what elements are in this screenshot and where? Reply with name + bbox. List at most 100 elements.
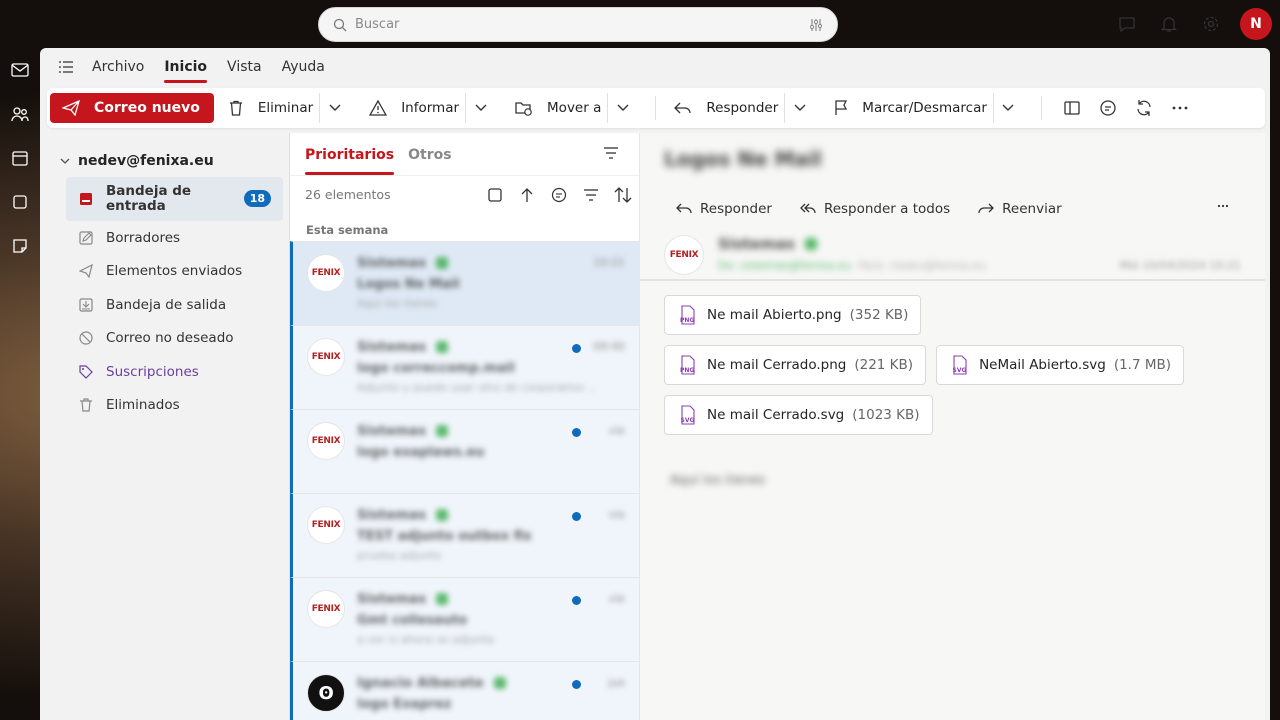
sender-avatar: FENIX [307,338,345,376]
chevron-down-icon [617,101,629,116]
outlook-window: Archivo Inicio Vista Ayuda Correo nuevo … [40,48,1270,720]
arrow-up-icon[interactable] [511,187,543,203]
search-input[interactable] [355,17,809,32]
message-item[interactable]: ʘ Ignacio Albacete logo Exaprez jue [290,661,639,720]
search-options-icon[interactable] [809,18,823,32]
folder-drafts[interactable]: Borradores [66,221,283,255]
folder-inbox[interactable]: Bandeja de entrada 18 [66,177,283,221]
people-icon[interactable] [0,92,40,136]
conversation-icon[interactable] [543,187,575,203]
search-box[interactable] [318,7,838,42]
reading-pane: Logos Ne Mail Responder Responder a todo… [640,133,1265,720]
message-time: jue [608,676,625,689]
unread-dot[interactable] [572,344,581,353]
filter-icon[interactable] [603,147,619,163]
attachment-item[interactable]: SVG Ne mail Cerrado.svg (1023 KB) [664,395,933,435]
sync-icon[interactable] [1126,93,1162,123]
menu-ayuda[interactable]: Ayuda [282,53,325,81]
folder-label: Bandeja de salida [106,296,227,313]
png-file-icon: PNG [679,305,697,325]
user-avatar[interactable]: N [1240,8,1272,40]
forward-icon [978,203,995,215]
ribbon-toolbar: Correo nuevo Eliminar Informar Mover a R… [47,88,1265,128]
more-options-icon[interactable] [1162,93,1198,123]
search-icon [333,18,347,32]
outbox-icon [78,298,94,312]
delete-label: Eliminar [257,100,314,116]
group-header: Esta semana [306,223,389,237]
reply-button[interactable]: Responder [668,93,784,123]
verified-badge-icon [436,257,449,269]
recipient-address: Para: nedev@fenixa.eu [858,259,986,272]
move-to-dropdown[interactable] [607,93,637,123]
reply-all-icon [800,203,816,215]
reply-label: Responder [706,100,779,116]
attachment-item[interactable]: PNG Ne mail Cerrado.png (221 KB) [664,345,927,385]
message-item[interactable]: FENIX Sistemas logo exaplaws.eu vie [290,409,639,493]
folder-list: Bandeja de entrada 18 Borradores Element… [40,177,289,422]
message-item[interactable]: FENIX Sistemas logo correccomp.mail Adju… [290,325,639,409]
message-item[interactable]: FENIX Sistemas Gmt collesauto a ver si a… [290,577,639,661]
sender-avatar: FENIX [307,590,345,628]
more-options-icon[interactable] [1217,197,1229,212]
trash-icon [78,398,94,412]
reply-button[interactable]: Responder [676,201,772,217]
message-subject: Gmt collesauto [357,613,468,628]
item-count: 26 elementos [305,187,391,202]
message-item[interactable]: FENIX Sistemas Logos Ne Mail Aquí los ti… [290,241,639,325]
unread-dot[interactable] [572,512,581,521]
delete-button[interactable]: Eliminar [222,93,319,123]
forward-button[interactable]: Reenviar [978,201,1062,217]
chat-icon[interactable] [1106,8,1148,40]
conversation-icon[interactable] [1090,93,1126,123]
calendar-icon[interactable] [0,136,40,180]
svg-file-icon: SVG [951,355,969,375]
move-to-button[interactable]: Mover a [509,93,607,123]
blocked-icon [78,331,94,345]
report-button[interactable]: Informar [363,93,465,123]
folder-outbox[interactable]: Bandeja de salida [66,288,283,322]
unread-dot[interactable] [572,680,581,689]
bell-icon[interactable] [1148,8,1190,40]
flag-button[interactable]: Marcar/Desmarcar [828,93,993,123]
folder-label: Correo no deseado [106,330,234,347]
folder-sent[interactable]: Elementos enviados [66,255,283,289]
menu-archivo[interactable]: Archivo [92,53,144,81]
gear-icon[interactable] [1190,8,1232,40]
unread-dot[interactable] [572,596,581,605]
filter-icon[interactable] [575,188,607,201]
report-label: Informar [401,100,460,116]
attachment-item[interactable]: PNG Ne mail Abierto.png (352 KB) [664,295,922,335]
report-dropdown[interactable] [465,93,495,123]
reply-all-button[interactable]: Responder a todos [800,201,950,217]
send-icon [78,264,94,279]
menu-inicio[interactable]: Inicio [164,53,207,83]
select-all-checkbox[interactable] [479,187,511,202]
attachment-item[interactable]: SVG NeMail Abierto.svg (1.7 MB) [936,345,1185,385]
account-header[interactable]: nedev@fenixa.eu [40,133,289,169]
tasks-icon[interactable] [0,180,40,224]
svg-text:PNG: PNG [680,317,694,324]
folder-deleted[interactable]: Eliminados [66,389,283,423]
new-mail-button[interactable]: Correo nuevo [50,93,214,123]
folder-subscriptions[interactable]: Suscripciones [66,355,283,389]
move-to-label: Mover a [547,100,602,116]
menu-vista[interactable]: Vista [227,53,262,81]
tab-focused[interactable]: Prioritarios [305,147,395,175]
sender-avatar: FENIX [307,254,345,292]
notes-icon[interactable] [0,224,40,268]
hamburger-list-icon[interactable] [58,60,74,74]
message-time: vie [608,508,625,521]
tab-other[interactable]: Otros [408,147,451,175]
message-item[interactable]: FENIX Sistemas TEST adjunto outbox fix p… [290,493,639,577]
mail-icon[interactable] [0,48,40,92]
attachment-name: Ne mail Abierto.png [707,307,842,323]
folder-junk[interactable]: Correo no deseado [66,322,283,356]
unread-dot[interactable] [572,428,581,437]
delete-dropdown[interactable] [319,93,349,123]
flag-dropdown[interactable] [992,93,1023,123]
message-preview: a ver si ahora se adjunta [357,633,494,646]
reply-dropdown[interactable] [784,93,814,123]
reading-pane-icon[interactable] [1054,93,1090,123]
sort-icon[interactable] [607,186,639,203]
